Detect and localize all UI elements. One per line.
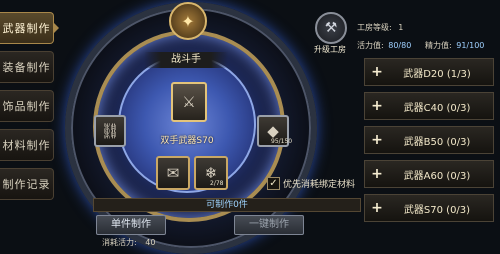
crafting-dial: ✦ 战斗手 ⚔ 双手武器S70 ⛓ ◆ 95/150 ✉ ❄ 2/78 (60, 2, 317, 254)
recipe-label: 武器B50 (0/3) (389, 133, 493, 148)
workshop-energy: 精力值: 91/100 (425, 40, 484, 51)
main-weapon-slot[interactable]: ⚔ (171, 82, 207, 122)
workshop-level-value: 1 (398, 23, 404, 32)
recipe-item[interactable]: + 武器B50 (0/3) (364, 126, 494, 154)
bound-material-label: 优先消耗绑定材料 (283, 180, 356, 190)
recipe-count: (1/3) (446, 68, 471, 80)
recipe-count: (0/3) (446, 102, 471, 114)
recipe-name: 武器B50 (403, 136, 444, 148)
recipe-item[interactable]: + 武器A60 (0/3) (364, 160, 494, 188)
recipe-label: 武器S70 (0/3) (389, 201, 493, 216)
tab-equipment[interactable]: 装备制作 (0, 51, 54, 83)
material-slot-bottom-1[interactable]: ✉ (156, 156, 190, 190)
craft-tabs: 武器制作 装备制作 饰品制作 材料制作 制作记录 (0, 12, 59, 207)
recipe-count: (0/3) (446, 170, 471, 182)
tab-accessory[interactable]: 饰品制作 (0, 90, 54, 122)
recipe-count: (0/3) (446, 136, 471, 148)
recipe-item[interactable]: + 武器C40 (0/3) (364, 92, 494, 120)
tab-material[interactable]: 材料制作 (0, 129, 54, 161)
sword-icon: ⚔ (182, 93, 196, 111)
material-slot-left[interactable]: ⛓ (94, 115, 126, 147)
craftable-bar: 可制作0件 (93, 198, 361, 212)
scroll-icon: ✉ (166, 164, 180, 182)
stamina-consume-value: 40 (145, 238, 156, 247)
chain-icon: ⛓ (100, 122, 120, 140)
emblem-icon: ✦ (169, 2, 207, 40)
tab-weapon[interactable]: 武器制作 (0, 12, 59, 44)
stamina-consume-label: 消耗活力: (102, 238, 137, 247)
recipe-name: 武器S70 (403, 204, 443, 216)
material-count-right: 95/150 (271, 138, 293, 145)
workshop-level-label: 工房等级: (357, 23, 392, 32)
stamina-value: 80/80 (388, 41, 412, 50)
class-name: 战斗手 (144, 52, 228, 68)
tab-record[interactable]: 制作记录 (0, 168, 54, 200)
plus-icon: + (371, 98, 383, 114)
plus-icon: + (371, 166, 383, 182)
stamina-consume: 消耗活力: 40 (102, 237, 155, 248)
plus-icon: + (371, 64, 383, 80)
single-craft-button[interactable]: 单件制作 (96, 215, 166, 235)
recipe-label: 武器C40 (0/3) (389, 99, 493, 114)
anvil-icon: ⚒ (324, 20, 338, 36)
energy-value: 91/100 (456, 41, 485, 50)
stamina-label: 活力值: (357, 41, 384, 50)
recipe-name: 武器A60 (403, 170, 444, 182)
plus-icon: + (371, 132, 383, 148)
workshop-level: 工房等级: 1 (357, 22, 403, 33)
energy-label: 精力值: (425, 41, 452, 50)
item-name: 双手武器S70 (160, 136, 214, 146)
recipe-name: 武器C40 (403, 102, 444, 114)
recipe-label: 武器D20 (1/3) (389, 65, 493, 80)
checkmark-icon: ✓ (269, 178, 278, 189)
plus-icon: + (371, 200, 383, 216)
upgrade-workshop-button[interactable]: ⚒ (315, 12, 347, 44)
craftable-text: 可制作0件 (206, 200, 248, 210)
recipe-item[interactable]: + 武器D20 (1/3) (364, 58, 494, 86)
upgrade-workshop-label: 升级工房 (314, 45, 346, 54)
recipe-item[interactable]: + 武器S70 (0/3) (364, 194, 494, 222)
recipe-name: 武器D20 (403, 68, 444, 80)
bound-material-checkbox[interactable]: ✓ (267, 177, 280, 190)
recipe-label: 武器A60 (0/3) (389, 167, 493, 182)
one-click-craft-button[interactable]: 一键制作 (234, 215, 304, 235)
workshop-stamina: 活力值: 80/80 (357, 40, 411, 51)
material-count-bottom-2: 2/78 (210, 180, 224, 187)
recipe-count: (0/3) (446, 204, 471, 216)
